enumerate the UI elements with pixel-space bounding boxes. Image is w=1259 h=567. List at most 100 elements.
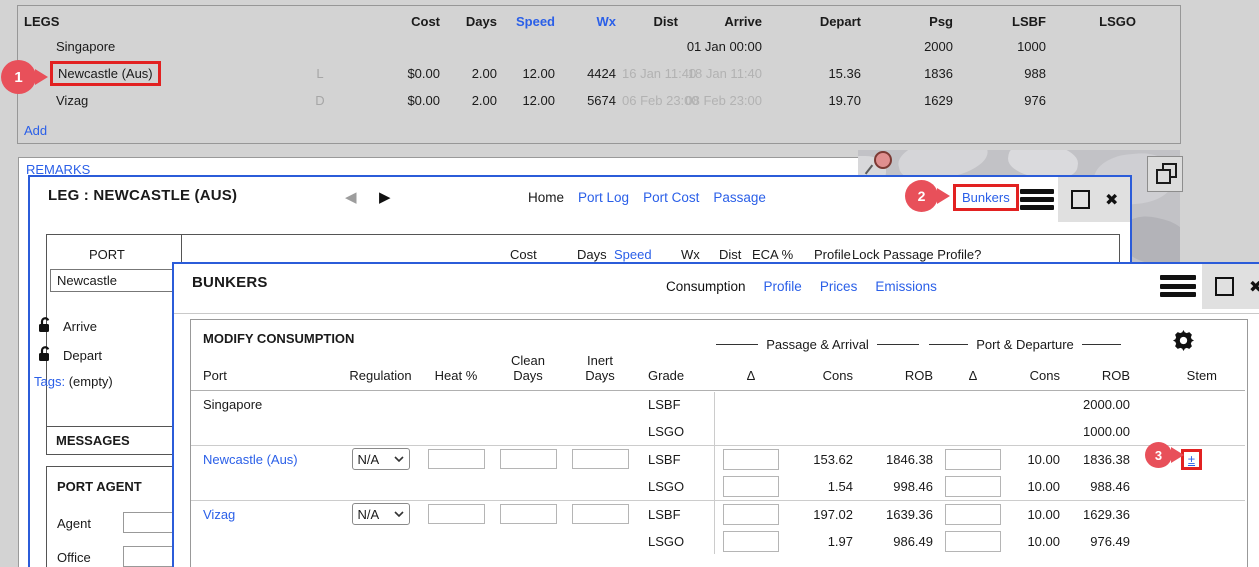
legs-col-speed[interactable]: Speed [503, 10, 561, 33]
grade-cell: LSBF [636, 445, 714, 473]
port-name-cell: Singapore [191, 390, 341, 418]
unlock-icon[interactable] [38, 316, 54, 336]
port-panel [46, 234, 182, 444]
hamburger-menu-icon[interactable] [1020, 189, 1054, 213]
annotation-box-2: Bunkers [953, 184, 1019, 211]
legs-title: LEGS [18, 10, 303, 33]
titlebar-divider [174, 313, 1259, 314]
modify-consumption-panel: MODIFY CONSUMPTION Passage & Arrival Por… [190, 319, 1248, 567]
previous-leg-arrow-icon[interactable]: ◀ [345, 188, 357, 206]
bunkers-tabs: Consumption Profile Prices Emissions [666, 279, 937, 294]
leg-nav-bunkers[interactable]: Bunkers [962, 190, 1010, 205]
close-icon[interactable]: ✖ [1105, 190, 1118, 210]
legs-col-wx[interactable]: Wx [561, 10, 622, 33]
annotation-box-3: ± [1181, 449, 1202, 470]
legs-panel: LEGS Cost Days Speed Wx Dist Arrive Depa… [17, 5, 1181, 144]
depart-lock-row: Depart [38, 345, 102, 365]
office-label: Office [57, 550, 91, 565]
cascade-windows-button[interactable] [1147, 156, 1183, 192]
port-name-cell[interactable]: Singapore [18, 33, 303, 60]
legs-col-cost: Cost [343, 10, 446, 33]
port-input[interactable]: Newcastle [50, 269, 176, 292]
port-name-link[interactable]: Vizag [191, 500, 341, 528]
consumption-table: Port Regulation Heat % Clean Days Inert … [191, 354, 1245, 555]
grade-cell: LSGO [636, 418, 714, 446]
leg-window-title: LEG : NEWCASTLE (AUS) [48, 187, 237, 204]
messages-panel[interactable]: MESSAGES [46, 426, 180, 455]
delta-departure-input[interactable] [945, 504, 1001, 525]
port-name-cell[interactable]: Vizag [18, 87, 303, 114]
regulation-select[interactable]: N/A [352, 503, 410, 525]
tab-consumption[interactable]: Consumption [666, 279, 746, 294]
group-header-passage-arrival: Passage & Arrival [716, 337, 919, 352]
delta-departure-input[interactable] [945, 531, 1001, 552]
consumption-row: LSGO 1.97 986.49 10.00 976.49 [191, 528, 1245, 555]
bunkers-window: BUNKERS Consumption Profile Prices Emiss… [172, 262, 1259, 567]
leg-nav-port-cost[interactable]: Port Cost [643, 190, 699, 205]
unlock-icon[interactable] [38, 345, 54, 365]
heat-input[interactable] [428, 449, 485, 469]
legs-row-singapore: Singapore 01 Jan 00:00 2000 1000 [18, 33, 1180, 60]
annotation-step-2-badge: 2 [905, 180, 938, 212]
annotation-step-1-badge: 1 [1, 60, 36, 94]
depart-label: Depart [63, 348, 102, 363]
consumption-row: LSGO 1000.00 [191, 418, 1245, 446]
tags-row: Tags: (empty) [34, 374, 113, 389]
delta-arrival-input[interactable] [723, 476, 779, 497]
regulation-select[interactable]: N/A [352, 448, 410, 470]
port-label: PORT [89, 247, 125, 262]
delta-departure-input[interactable] [945, 449, 1001, 470]
annotation-step-3-badge: 3 [1145, 442, 1172, 468]
section-title: MODIFY CONSUMPTION [203, 331, 354, 346]
inert-days-input[interactable] [572, 504, 629, 524]
chevron-down-icon [394, 456, 404, 462]
consumption-row: Vizag N/A LSBF 197.02 1639.36 10.00 1629… [191, 500, 1245, 528]
leg-nav-port-log[interactable]: Port Log [578, 190, 629, 205]
close-icon[interactable]: ✖ [1249, 277, 1259, 297]
legs-col-dist: Dist [622, 10, 684, 33]
delta-arrival-input[interactable] [723, 504, 779, 525]
arrive-label: Arrive [63, 319, 97, 334]
stem-plus-minus-button[interactable]: ± [1188, 452, 1195, 467]
leg-nav-passage[interactable]: Passage [713, 190, 766, 205]
next-leg-arrow-icon[interactable]: ▶ [379, 188, 391, 206]
maximize-icon[interactable] [1215, 277, 1234, 296]
delta-departure-input[interactable] [945, 476, 1001, 497]
legs-header-row: LEGS Cost Days Speed Wx Dist Arrive Depa… [18, 10, 1180, 33]
clean-days-input[interactable] [500, 449, 557, 469]
delta-arrival-input[interactable] [723, 531, 779, 552]
grade-cell: LSBF [636, 500, 714, 528]
cascade-windows-icon [1155, 163, 1177, 185]
leg-window-controls: ✖ [1058, 177, 1130, 222]
hamburger-menu-icon[interactable] [1160, 275, 1196, 301]
port-name-link[interactable]: Newcastle (Aus) [191, 445, 341, 473]
voyage-manager-screen: LEGS Cost Days Speed Wx Dist Arrive Depa… [0, 0, 1259, 567]
legs-row-newcastle: Newcastle (Aus) L $0.00 2.00 12.00 4424 … [18, 60, 1180, 87]
legs-col-depart: Depart [768, 10, 867, 33]
consumption-header-row: Port Regulation Heat % Clean Days Inert … [191, 354, 1245, 390]
leg-nav: Home Port Log Port Cost Passage [528, 190, 766, 205]
heat-input[interactable] [428, 504, 485, 524]
tab-profile[interactable]: Profile [764, 279, 802, 294]
grade-cell: LSGO [636, 528, 714, 555]
consumption-row: Newcastle (Aus) N/A LSBF 153.62 1846.38 … [191, 445, 1245, 473]
leg-nav-home[interactable]: Home [528, 190, 564, 205]
agent-label: Agent [57, 516, 91, 531]
delta-arrival-input[interactable] [723, 449, 779, 470]
bunkers-window-controls: ✖ [1202, 264, 1259, 309]
gear-icon[interactable] [1173, 330, 1194, 354]
tab-prices[interactable]: Prices [820, 279, 858, 294]
legs-col-lsgo: LSGO [1052, 10, 1142, 33]
maximize-icon[interactable] [1071, 190, 1090, 209]
port-agent-title: PORT AGENT [57, 479, 142, 494]
chevron-down-icon [394, 511, 404, 517]
inert-days-input[interactable] [572, 449, 629, 469]
bunkers-window-title: BUNKERS [192, 274, 268, 291]
port-name-cell[interactable]: Newcastle (Aus) [18, 60, 303, 87]
tab-emissions[interactable]: Emissions [875, 279, 937, 294]
tags-link[interactable]: Tags: [34, 374, 65, 389]
consumption-row: Singapore LSBF 2000.00 [191, 390, 1245, 418]
consumption-row: LSGO 1.54 998.46 10.00 988.46 [191, 473, 1245, 501]
add-leg-link[interactable]: Add [24, 123, 47, 138]
clean-days-input[interactable] [500, 504, 557, 524]
